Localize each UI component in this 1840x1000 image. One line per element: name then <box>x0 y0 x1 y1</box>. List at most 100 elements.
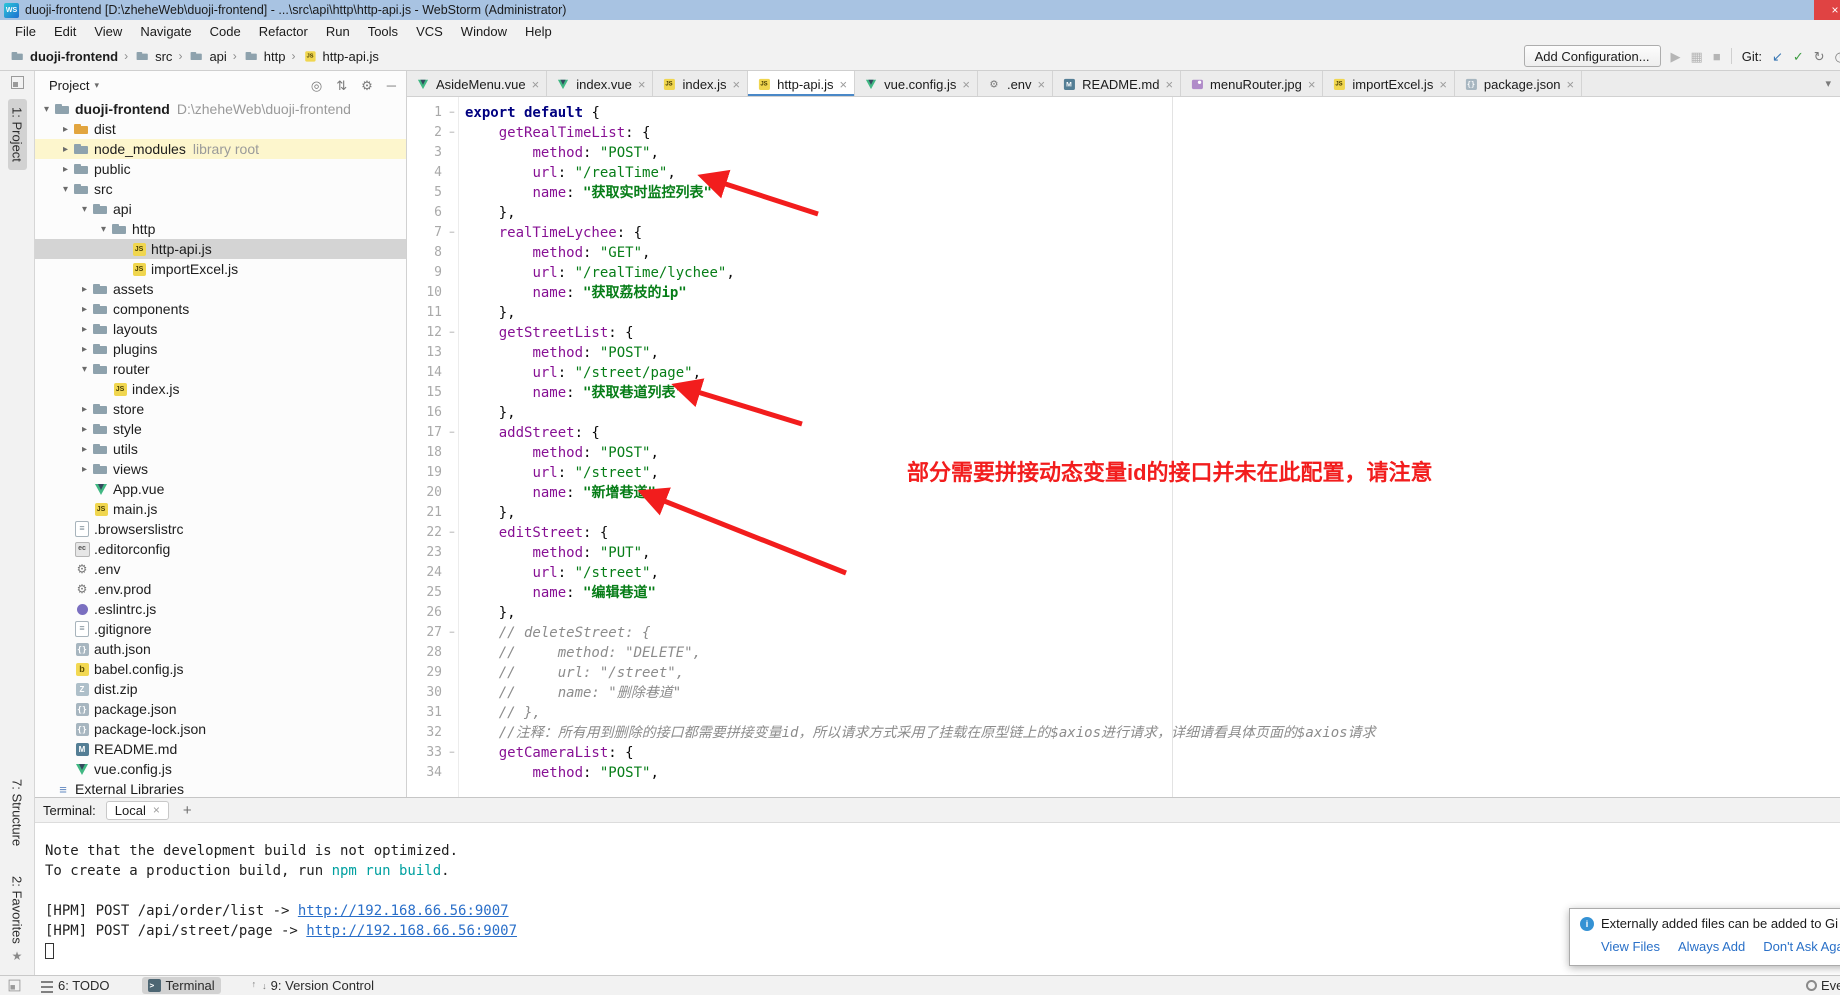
breadcrumb-item[interactable]: api <box>185 48 229 64</box>
close-tab-icon[interactable]: × <box>1165 78 1173 91</box>
menu-window[interactable]: Window <box>452 20 516 42</box>
git-commit-icon[interactable]: ✓ <box>1793 50 1804 63</box>
chevron-right-icon[interactable]: ▸ <box>77 404 92 415</box>
tree-item[interactable]: External Libraries <box>35 779 406 797</box>
breadcrumb-item[interactable]: duoji-frontend <box>6 48 121 64</box>
breadcrumb-item[interactable]: http <box>240 48 289 64</box>
tree-item[interactable]: package-lock.json <box>35 719 406 739</box>
toolwindow-button-term[interactable]: Terminal <box>142 977 221 994</box>
tree-item[interactable]: App.vue <box>35 479 406 499</box>
terminal-cursor[interactable] <box>45 943 54 959</box>
hidden-tabs-icon[interactable]: ▾ <box>1816 71 1840 96</box>
close-tab-icon[interactable]: × <box>1439 78 1447 91</box>
tree-item[interactable]: vue.config.js <box>35 759 406 779</box>
tree-item[interactable]: index.js <box>35 379 406 399</box>
view-files-link[interactable]: View Files <box>1601 939 1660 954</box>
tree-item[interactable]: ▸node_moduleslibrary root <box>35 139 406 159</box>
toolwindow-corner-icon[interactable] <box>9 980 21 992</box>
menu-edit[interactable]: Edit <box>45 20 85 42</box>
tree-item[interactable]: ▸components <box>35 299 406 319</box>
editor-code[interactable]: export default { getRealTimeList: { meth… <box>459 97 1840 797</box>
close-tab-icon[interactable]: × <box>840 78 848 91</box>
chevron-down-icon[interactable]: ▾ <box>39 104 54 115</box>
close-tab-icon[interactable]: × <box>962 78 970 91</box>
close-tab-icon[interactable]: × <box>733 78 741 91</box>
toolwindow-button-todo[interactable]: 6: TODO <box>35 977 116 994</box>
chevron-right-icon[interactable]: ▸ <box>77 424 92 435</box>
tree-item[interactable]: ▾router <box>35 359 406 379</box>
tree-item[interactable]: ▾src <box>35 179 406 199</box>
fold-icon[interactable]: − <box>446 523 458 543</box>
fold-icon[interactable]: − <box>446 323 458 343</box>
settings-gear-icon[interactable]: ⚙ <box>361 79 373 92</box>
menu-help[interactable]: Help <box>516 20 561 42</box>
tree-item[interactable]: babel.config.js <box>35 659 406 679</box>
menu-tools[interactable]: Tools <box>359 20 407 42</box>
always-add-link[interactable]: Always Add <box>1678 939 1745 954</box>
menu-refactor[interactable]: Refactor <box>250 20 317 42</box>
fold-icon[interactable]: − <box>446 423 458 443</box>
editor-tab[interactable]: package.json× <box>1455 71 1582 97</box>
locate-icon[interactable]: ◎ <box>311 79 322 92</box>
editor-tab[interactable]: importExcel.js× <box>1323 71 1455 97</box>
menu-file[interactable]: File <box>6 20 45 42</box>
close-tab-icon[interactable]: × <box>1308 78 1316 91</box>
chevron-right-icon[interactable]: ▸ <box>77 304 92 315</box>
fold-icon[interactable]: − <box>446 123 458 143</box>
window-close-button[interactable]: × <box>1814 0 1840 20</box>
close-tab-icon[interactable]: × <box>1567 78 1575 91</box>
editor-tab[interactable]: http-api.js× <box>748 71 855 97</box>
chevron-right-icon[interactable]: ▸ <box>77 284 92 295</box>
close-tab-icon[interactable]: × <box>638 78 646 91</box>
tree-item[interactable]: http-api.js <box>35 239 406 259</box>
chevron-right-icon[interactable]: ▸ <box>58 144 73 155</box>
chevron-down-icon[interactable]: ▾ <box>58 184 73 195</box>
tree-item[interactable]: ▸utils <box>35 439 406 459</box>
event-log-button[interactable]: Event Log <box>1806 978 1840 993</box>
editor-tab[interactable]: vue.config.js× <box>855 71 978 97</box>
stop-icon[interactable]: ■ <box>1713 50 1721 63</box>
editor-tab[interactable]: AsideMenu.vue× <box>407 71 547 97</box>
editor-tab[interactable]: README.md× <box>1053 71 1181 97</box>
chevron-right-icon[interactable]: ▸ <box>77 344 92 355</box>
run-icon[interactable]: ▶ <box>1671 50 1681 63</box>
tree-item[interactable]: .editorconfig <box>35 539 406 559</box>
hide-panel-icon[interactable]: ─ <box>387 79 396 92</box>
tree-item[interactable]: ▸views <box>35 459 406 479</box>
tree-item[interactable]: ▸layouts <box>35 319 406 339</box>
tree-item[interactable]: ▸plugins <box>35 339 406 359</box>
close-tab-icon[interactable]: × <box>532 78 540 91</box>
menu-code[interactable]: Code <box>201 20 250 42</box>
editor-tab[interactable]: index.js× <box>653 71 748 97</box>
chevron-right-icon[interactable]: ▸ <box>58 124 73 135</box>
project-panel-title[interactable]: Project ▾ <box>49 78 99 93</box>
tree-item[interactable]: .env.prod <box>35 579 406 599</box>
chevron-down-icon[interactable]: ▾ <box>96 224 111 235</box>
chevron-right-icon[interactable]: ▸ <box>58 164 73 175</box>
tree-item[interactable]: .browserslistrc <box>35 519 406 539</box>
tree-item[interactable]: package.json <box>35 699 406 719</box>
new-terminal-session-icon[interactable]: + <box>179 802 196 819</box>
structure-stripe-button[interactable]: 7: Structure <box>8 771 27 854</box>
tree-item[interactable]: ▾http <box>35 219 406 239</box>
chevron-down-icon[interactable]: ▾ <box>77 204 92 215</box>
terminal-tab-local[interactable]: Local × <box>106 801 169 820</box>
editor-tab[interactable]: menuRouter.jpg× <box>1181 71 1323 97</box>
breadcrumb-item[interactable]: http-api.js <box>298 48 381 64</box>
tree-item[interactable]: importExcel.js <box>35 259 406 279</box>
editor-tab[interactable]: .env× <box>978 71 1053 97</box>
menu-navigate[interactable]: Navigate <box>131 20 200 42</box>
terminal-link[interactable]: http://192.168.66.56:9007 <box>298 903 509 919</box>
dont-ask-again-link[interactable]: Don't Ask Agai <box>1763 939 1840 954</box>
project-stripe-button[interactable]: 1: Project <box>8 99 27 170</box>
tree-item[interactable]: ▾api <box>35 199 406 219</box>
close-tab-icon[interactable]: × <box>1038 78 1046 91</box>
toolwindow-button-vcs[interactable]: 9: Version Control <box>247 977 380 994</box>
tree-item[interactable]: ▸store <box>35 399 406 419</box>
tree-item[interactable]: ▾duoji-frontendD:\zheheWeb\duoji-fronten… <box>35 99 406 119</box>
editor-tab[interactable]: index.vue× <box>547 71 653 97</box>
add-configuration-button[interactable]: Add Configuration... <box>1524 45 1661 67</box>
menu-vcs[interactable]: VCS <box>407 20 452 42</box>
chevron-right-icon[interactable]: ▸ <box>77 324 92 335</box>
editor-body[interactable]: 1−2−34567−89101112−1314151617−1819202122… <box>407 97 1840 797</box>
